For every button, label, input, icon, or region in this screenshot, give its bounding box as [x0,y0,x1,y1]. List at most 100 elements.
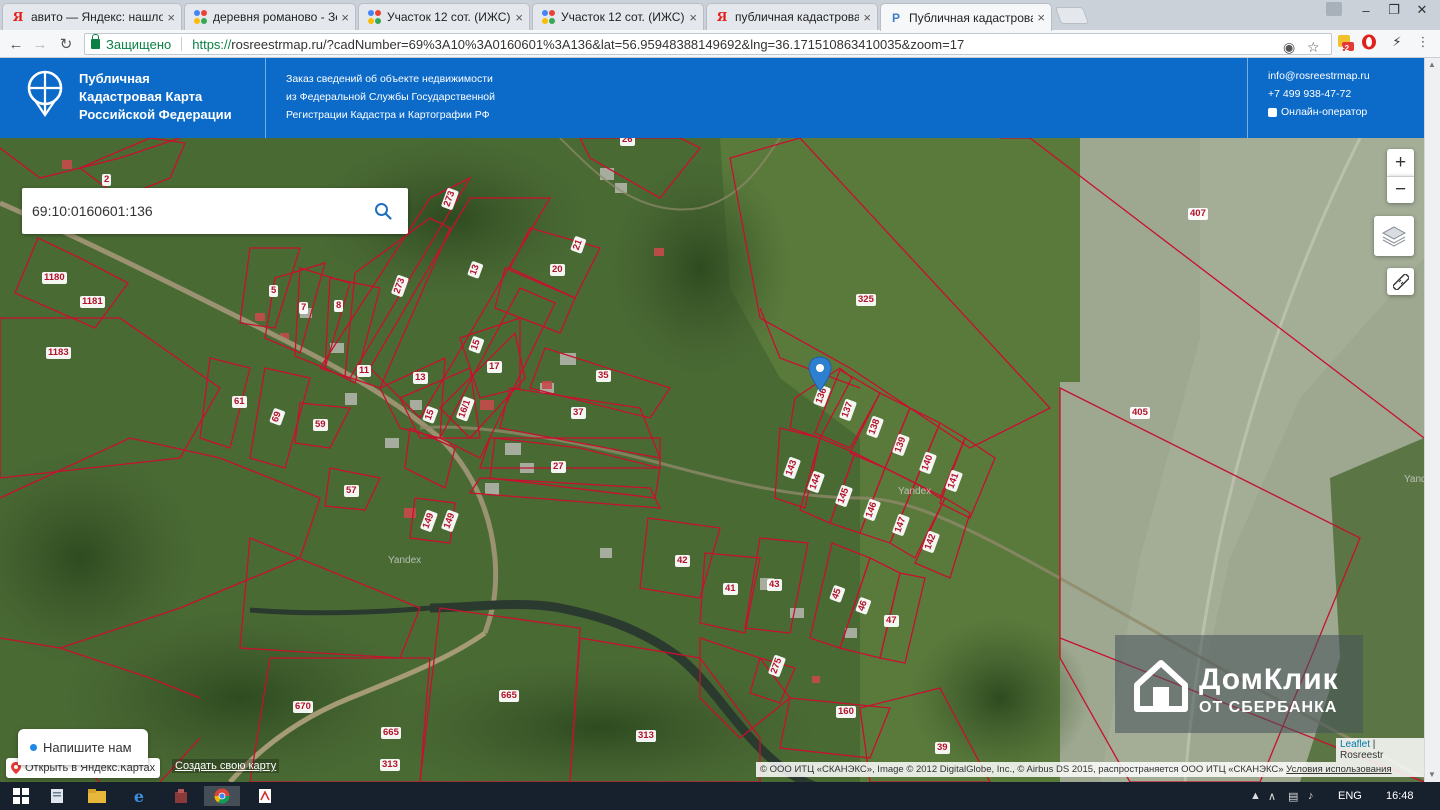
chat-widget-button[interactable]: Напишите нам [18,729,148,765]
location-marker-icon[interactable] [808,356,832,392]
bookmark-star-icon[interactable]: ☆ [1307,39,1320,56]
create-map-link[interactable]: Создать свою карту [172,759,280,773]
maximize-icon[interactable]: ❐ [1380,0,1408,20]
plot-label[interactable]: 160 [836,706,856,718]
browser-tab-active[interactable]: Р Публичная кадастрова × [880,3,1052,31]
opera-icon[interactable] [1360,33,1378,51]
url-scheme: https:// [192,36,232,52]
order-description: Заказ сведений об объекте недвижимости и… [286,70,516,124]
contact-email-link[interactable]: info@rosreestrmap.ru [1268,70,1370,82]
menu-icon[interactable]: ⋮ [1414,33,1432,51]
back-icon[interactable]: ← [6,34,26,54]
chrome-icon[interactable] [204,786,240,806]
zoom-out-button[interactable]: − [1387,176,1414,203]
contact-phone[interactable]: +7 499 938-47-72 [1268,88,1351,100]
clock[interactable]: 16:48 [1386,790,1414,802]
plot-label[interactable]: 61 [232,396,247,408]
plot-label[interactable]: 1183 [46,347,71,359]
plot-label[interactable]: 7 [299,302,309,314]
search-icon[interactable] [374,202,392,220]
tab-close-icon[interactable]: × [167,10,175,25]
brand-title[interactable]: Публичная Кадастровая Карта Российской Ф… [79,70,259,124]
plot-label[interactable]: 11 [357,365,372,377]
online-operator-link[interactable]: Онлайн-оператор [1268,106,1367,118]
browser-tab[interactable]: Я публичная кадастровая × [706,3,878,30]
plot-label[interactable]: 13 [413,372,428,384]
forward-icon[interactable]: → [30,34,50,54]
network-icon[interactable]: ▤ [1288,790,1298,803]
plot-label[interactable]: 43 [767,579,782,591]
plot-label[interactable]: 405 [1130,407,1150,419]
zoom-in-button[interactable]: + [1387,149,1414,176]
plot-label[interactable]: 47 [884,615,899,627]
layers-button[interactable] [1374,216,1414,256]
plot-label[interactable]: 8 [334,300,344,312]
plot-label[interactable]: 59 [313,419,328,431]
plot-label[interactable]: 57 [344,485,359,497]
new-tab-button[interactable] [1054,7,1090,24]
browser-tab[interactable]: Я авито — Яндекс: нашлос × [2,3,182,30]
tab-close-icon[interactable]: × [515,10,523,25]
window-close-icon[interactable]: ✕ [1408,0,1436,20]
tab-close-icon[interactable]: × [1037,10,1045,25]
address-bar[interactable]: Защищено https:// rosreestrmap.ru/?cadNu… [84,33,1332,55]
plot-label[interactable]: 670 [293,701,313,713]
profile-icon[interactable] [1326,2,1342,16]
app-icon[interactable] [170,786,192,806]
lightning-icon[interactable]: ⚡ [1388,33,1406,51]
plot-label[interactable]: 407 [1188,208,1208,220]
tab-close-icon[interactable]: × [341,10,349,25]
browser-tab[interactable]: Участок 12 сот. (ИЖС) н × [358,3,530,30]
plot-label[interactable]: 2 [102,174,112,186]
leaflet-link[interactable]: Leaflet [1340,739,1370,750]
minimize-icon[interactable]: – [1352,0,1380,20]
file-explorer-icon[interactable] [86,786,108,806]
scroll-up-icon[interactable]: ▲ [1428,60,1436,69]
omnibox-divider [181,37,183,51]
windows-start-icon[interactable] [10,786,32,806]
plot-label[interactable]: 41 [723,583,738,595]
internet-explorer-icon[interactable]: e [128,786,150,806]
globe-logo-icon[interactable] [26,69,64,119]
keyboard-language[interactable]: ENG [1338,790,1362,802]
plot-label[interactable]: 5 [269,285,279,297]
plot-label[interactable]: 313 [380,759,400,771]
plot-label[interactable]: 313 [636,730,656,742]
person-icon[interactable]: ▲ [1250,790,1261,802]
plot-label[interactable]: 37 [571,407,586,419]
plot-label[interactable]: 665 [499,690,519,702]
plot-label[interactable]: 35 [596,370,611,382]
plot-label[interactable]: 26 [620,138,635,146]
scroll-down-icon[interactable]: ▼ [1428,770,1436,779]
rosreestr-icon: Р [891,10,900,25]
tab-close-icon[interactable]: × [689,10,697,25]
ruler-button[interactable] [1387,268,1414,295]
tab-close-icon[interactable]: × [863,10,871,25]
tab-title: Участок 12 сот. (ИЖС) н [561,10,686,24]
plot-label[interactable]: 20 [550,264,565,276]
reload-icon[interactable]: ↻ [56,34,76,54]
plot-label[interactable]: 1180 [42,272,67,284]
plot-label[interactable]: 17 [487,361,502,373]
tray-expand-icon[interactable]: ∧ [1268,790,1276,803]
translate-icon[interactable]: ◉ [1283,39,1295,56]
plot-label[interactable]: 27 [551,461,566,473]
tab-title: Участок 12 сот. (ИЖС) н [387,10,512,24]
plot-label[interactable]: 42 [675,555,690,567]
site-header: Публичная Кадастровая Карта Российской Ф… [0,58,1424,138]
terms-link[interactable]: Условия использования [1286,764,1391,775]
plot-label[interactable]: 39 [935,742,950,754]
header-divider [1247,58,1248,138]
browser-tab[interactable]: деревня романово - Зе × [184,3,356,30]
cadastral-map[interactable]: 26 2 273 21 20 1180 1181 5 7 8 273 13 32… [0,138,1424,782]
search-input[interactable] [32,188,352,234]
file-icon[interactable] [46,786,68,806]
browser-tab[interactable]: Участок 12 сот. (ИЖС) н × [532,3,704,30]
tab-title: Публичная кадастрова [909,10,1034,25]
plot-label[interactable]: 1181 [80,296,105,308]
volume-icon[interactable]: ♪ [1308,790,1314,802]
page-scrollbar[interactable]: ▲ ▼ [1424,58,1440,782]
plot-label[interactable]: 325 [856,294,876,306]
plot-label[interactable]: 665 [381,727,401,739]
pdf-icon[interactable] [254,786,276,806]
